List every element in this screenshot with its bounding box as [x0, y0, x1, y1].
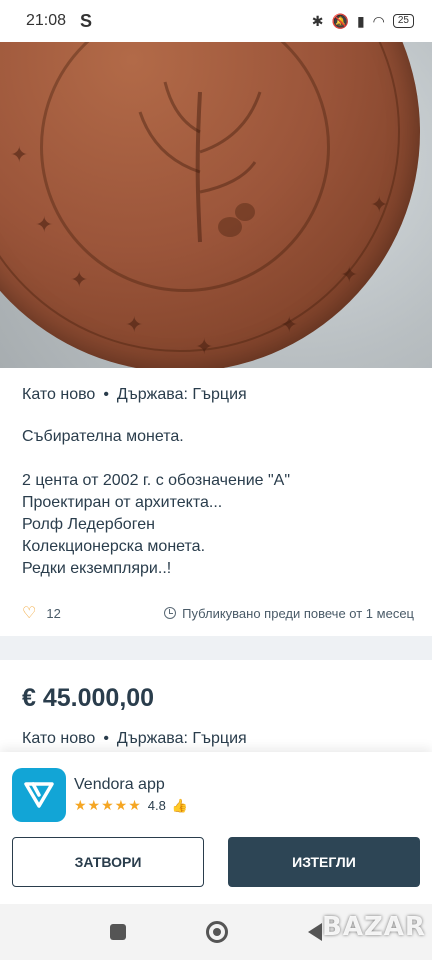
description-line: Събирателна монета. — [22, 428, 184, 445]
battery-icon: 25 — [392, 14, 414, 28]
coin-image: ✦ ✦ ✦ ✦ ✦ ✦ ✦ ✦ — [0, 42, 420, 368]
wifi-icon: ◠ — [372, 12, 385, 29]
listing-footer: ♡ 12 Публикувано преди повече от 1 месец — [22, 603, 414, 623]
published-label: Публикувано преди повече от 1 месец — [182, 605, 414, 621]
listing-photo[interactable]: ✦ ✦ ✦ ✦ ✦ ✦ ✦ ✦ — [0, 42, 432, 368]
country-label: Държава: Гърция — [116, 386, 247, 403]
app-rating: ★★★★★ 4.8 👍 — [74, 797, 188, 814]
meta-separator: • — [103, 730, 109, 747]
vendora-logo-icon — [12, 768, 66, 822]
condition-label: Като ново — [22, 386, 96, 403]
back-icon[interactable] — [308, 923, 322, 941]
listing-meta: Като ново • Държава: Гърция — [22, 386, 247, 404]
mute-icon: 🔕 — [331, 12, 349, 29]
bluetooth-icon: ✱ — [311, 12, 324, 29]
country-label: Държава: Гърция — [116, 730, 247, 747]
meta-separator: • — [103, 386, 109, 403]
download-button[interactable]: ИЗТЕГЛИ — [228, 837, 420, 887]
rating-value: 4.8 — [147, 798, 166, 813]
status-bar: 21:08 S ✱ 🔕 ▮ ◠ 25 — [0, 0, 432, 42]
condition-label: Като ново — [22, 730, 96, 747]
carrier-icon: S — [80, 10, 93, 31]
home-icon[interactable] — [206, 921, 228, 943]
listing-description: Събирателна монета. 2 цента от 2002 г. с… — [22, 426, 412, 580]
star-icons: ★★★★★ — [74, 797, 142, 813]
app-install-banner: Vendora app ★★★★★ 4.8 👍 ЗАТВОРИ ИЗТЕГЛИ — [0, 752, 432, 904]
description-line: Редки екземпляри..! — [22, 560, 172, 577]
likes-count: 12 — [46, 605, 61, 621]
description-line: Проектиран от архитекта... — [22, 494, 223, 511]
app-name: Vendora app — [74, 776, 165, 793]
status-time: 21:08 — [26, 12, 67, 29]
price-label: € 45.000,00 — [22, 684, 155, 712]
signal-icon: ▮ — [356, 12, 365, 29]
description-line — [22, 448, 412, 470]
oak-leaf-icon — [138, 81, 262, 243]
recents-icon[interactable] — [110, 924, 126, 940]
heart-icon: ♡ — [22, 605, 37, 622]
close-button[interactable]: ЗАТВОРИ — [12, 837, 204, 887]
description-line: Колекционерска монета. — [22, 538, 206, 555]
section-divider — [0, 636, 432, 660]
second-listing-meta: Като ново • Държава: Гърция — [22, 730, 247, 748]
description-line: 2 цента от 2002 г. с обозначение "А" — [22, 472, 291, 489]
description-line: Ролф Ледербоген — [22, 516, 155, 533]
like-button[interactable]: ♡ 12 — [22, 603, 61, 623]
thumbs-up-icon: 👍 — [171, 797, 189, 813]
published-info: Публикувано преди повече от 1 месец — [164, 606, 414, 621]
bazar-watermark: BAZAR — [322, 912, 426, 942]
clock-icon — [164, 607, 177, 619]
